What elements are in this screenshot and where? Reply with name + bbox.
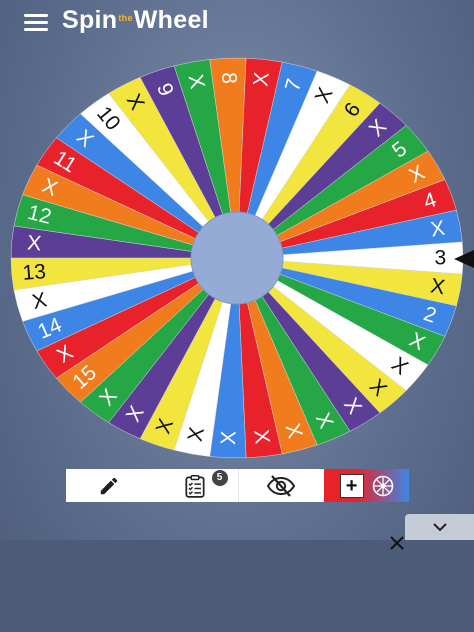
wheel-slice-label: 8	[217, 72, 240, 85]
wheel-slice-label: X	[249, 428, 274, 445]
wheel-slice-label: X	[217, 430, 241, 445]
entries-count-badge: 5	[211, 470, 228, 486]
pencil-icon	[100, 477, 118, 494]
entries-list-button[interactable]: 5	[152, 469, 238, 502]
edit-button[interactable]	[66, 469, 152, 502]
wheel-slice-label: 3	[435, 247, 447, 270]
mini-wheel-icon	[372, 475, 393, 496]
hide-button[interactable]	[237, 469, 325, 502]
close-icon[interactable]	[388, 534, 406, 552]
wheel-toolbar: 5 +	[66, 469, 409, 502]
chevron-down-icon	[432, 523, 447, 532]
wheel-slice-label: 13	[22, 260, 47, 285]
bottom-panel	[0, 540, 474, 632]
plus-icon: +	[339, 473, 364, 498]
add-wheel-button[interactable]: +	[324, 469, 409, 502]
collapse-panel-tab[interactable]	[405, 514, 474, 540]
spin-wheel[interactable]: 3X2XXXXXXXXXXXX15X14X13X12X11X10X9 X 8 X 7 X6…	[0, 0, 474, 520]
wheel-slice-label: X	[26, 231, 42, 255]
clipboard-checklist-icon	[185, 474, 205, 498]
wheel-hub[interactable]	[190, 211, 284, 305]
eye-slash-icon	[267, 474, 296, 497]
wheel-pointer-icon	[454, 250, 474, 268]
wheel-slice-label: X	[249, 71, 274, 88]
